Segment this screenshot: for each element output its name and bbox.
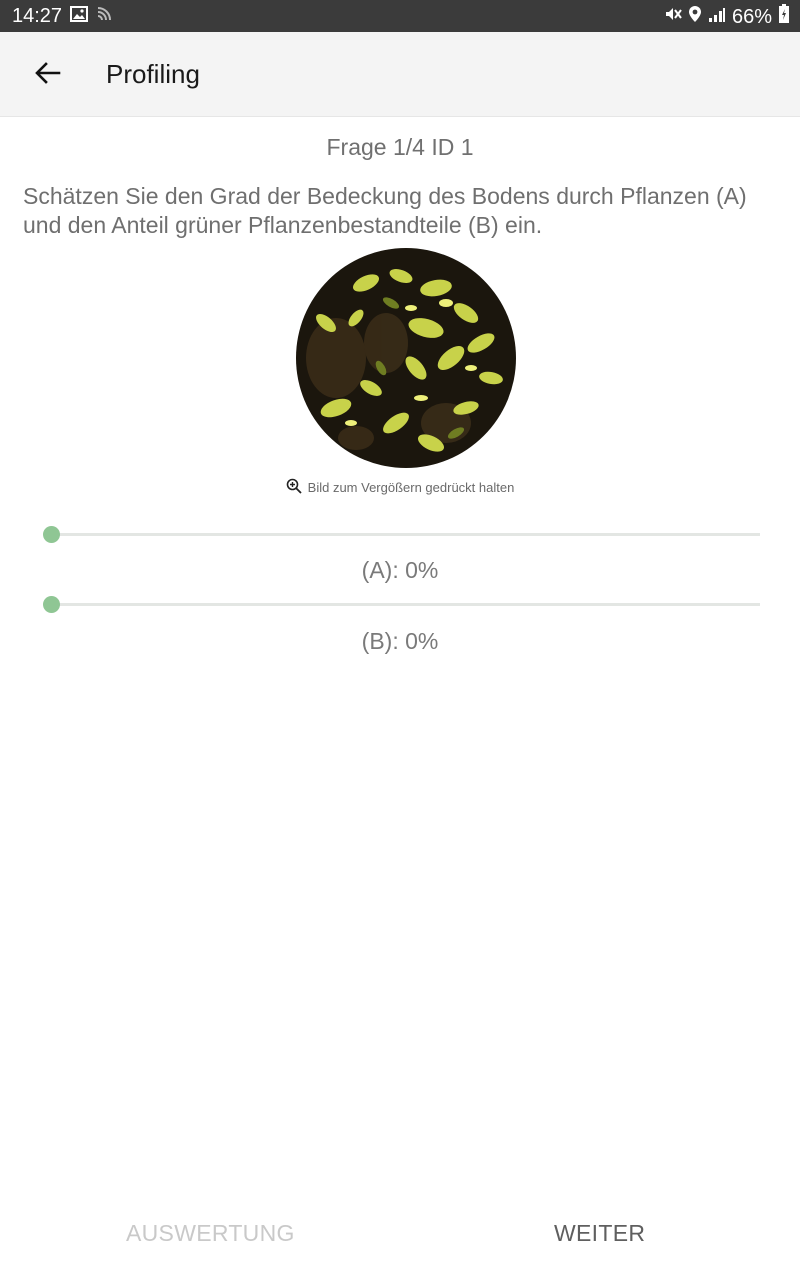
slider-track [51,603,760,606]
zoom-in-icon [286,478,302,497]
cast-icon [96,4,114,28]
plant-photo[interactable] [296,248,516,468]
battery-icon [778,4,790,30]
question-text: Schätzen Sie den Grad der Bedeckung des … [23,183,747,238]
slider-thumb[interactable] [42,526,60,543]
page-title: Profiling [106,59,200,89]
status-bar: 14:27 66% [0,0,800,32]
status-right: 66% [664,4,790,30]
slider-green-share-b[interactable] [42,594,760,614]
zoom-hint-text: Bild zum Vergößern gedrückt halten [307,480,515,495]
next-button[interactable]: WEITER [554,1220,645,1247]
slider-thumb[interactable] [42,596,60,613]
arrow-back-icon [35,61,61,89]
status-time: 14:27 [12,4,63,27]
question-counter: Frage 1/4 ID 1 [326,134,474,160]
signal-icon [708,6,726,29]
image-icon [70,5,89,28]
footer-bar: AUSWERTUNG WEITER [0,1190,800,1280]
battery-percent: 66% [731,5,772,28]
zoom-hint: Bild zum Vergößern gedrückt halten [0,478,800,497]
slider-label-b: (B): 0% [361,628,439,654]
app-bar: Profiling [0,32,800,117]
location-icon [688,5,702,29]
evaluation-button[interactable]: AUSWERTUNG [126,1220,295,1247]
slider-label-a: (A): 0% [361,557,439,583]
mute-icon [664,5,682,29]
back-button[interactable] [22,54,74,96]
slider-coverage-a[interactable] [42,524,760,544]
slider-track [51,533,760,536]
status-left: 14:27 [12,4,114,28]
